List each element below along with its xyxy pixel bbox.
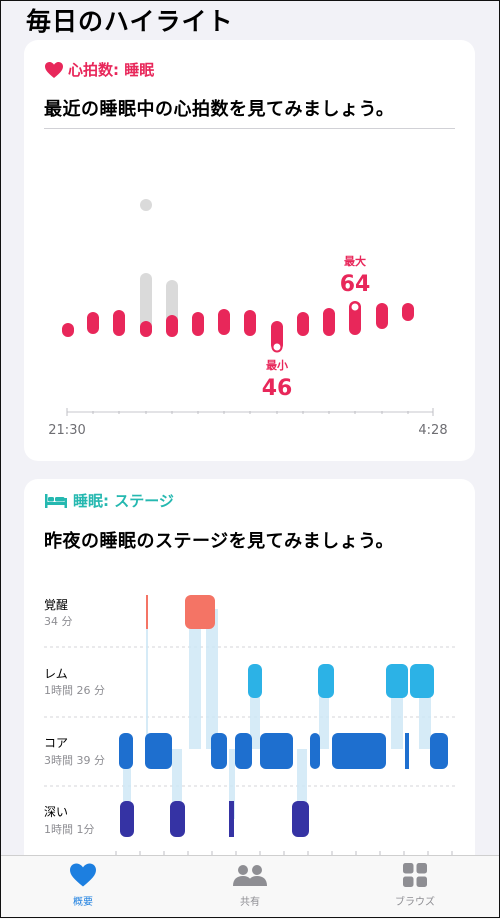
- deep-bars: [120, 801, 309, 837]
- heart-rate-category-label: 心拍数: 睡眠: [68, 61, 155, 79]
- bed-icon: [45, 493, 67, 508]
- heart-rate-card-header: 心拍数: 睡眠: [44, 56, 475, 83]
- hr-range-bar: [323, 308, 335, 336]
- stage-transitions: [123, 595, 431, 819]
- stage-deep-duration: 1時間 1分: [44, 823, 95, 836]
- tab-browse[interactable]: ブラウズ: [370, 862, 460, 908]
- rem-bar: [410, 664, 434, 698]
- core-bar: [260, 733, 293, 769]
- page-title: 毎日のハイライト: [26, 7, 234, 36]
- core-bar: [310, 733, 320, 769]
- rem-bar: [318, 664, 334, 698]
- awake-bar: [185, 595, 215, 629]
- stage-awake-duration: 34 分: [44, 615, 73, 628]
- max-label: 最大: [344, 254, 366, 268]
- core-bar: [332, 733, 386, 769]
- stage-rem-duration: 1時間 26 分: [44, 684, 105, 697]
- rem-bar: [386, 664, 408, 698]
- tab-sharing[interactable]: 共有: [205, 862, 295, 908]
- stage-deep-name: 深い: [44, 805, 68, 819]
- tab-summary[interactable]: 概要: [38, 862, 128, 908]
- hr-range-bar: [140, 321, 152, 337]
- grid-icon: [403, 863, 427, 887]
- tab-browse-label: ブラウズ: [395, 897, 435, 908]
- core-bar: [211, 733, 227, 769]
- heart-icon: [45, 61, 63, 78]
- tab-sharing-label: 共有: [240, 897, 260, 908]
- awake-bars: [146, 595, 215, 629]
- sleep-question: 昨夜の睡眠のステージを見てみましょう。: [44, 531, 395, 552]
- rem-bars: [248, 664, 434, 698]
- hr-range-bar: [402, 303, 414, 321]
- core-bar: [405, 733, 409, 769]
- tab-summary-label: 概要: [73, 897, 93, 908]
- deep-bar: [292, 801, 309, 837]
- hr-range-bar: [62, 323, 74, 337]
- min-marker: [271, 341, 283, 353]
- core-bar: [119, 733, 133, 769]
- x-axis-end-label: 4:28: [418, 423, 447, 438]
- hr-range-bar: [113, 310, 125, 336]
- sleep-card-header: 睡眠: ステージ: [44, 487, 475, 514]
- hr-range-bar: [166, 315, 178, 337]
- deep-bar: [120, 801, 134, 837]
- hr-range-bar: [297, 312, 309, 336]
- x-axis-start-label: 21:30: [48, 423, 85, 438]
- core-bar: [235, 733, 252, 769]
- deep-bar: [170, 801, 185, 837]
- gray-point: [140, 199, 152, 211]
- awake-bar: [146, 595, 148, 629]
- hr-range-bar: [218, 309, 230, 335]
- hr-range-bar: [192, 312, 204, 336]
- deep-bar: [229, 801, 234, 837]
- stage-core-duration: 3時間 39 分: [44, 754, 105, 767]
- stage-core-name: コア: [44, 736, 68, 750]
- sleep-stages-chart: 覚醒 34 分 レム 1時間 26 分 コア 3時間 39 分 深い 1時間 1…: [44, 595, 455, 857]
- hr-range-bar: [87, 312, 99, 334]
- sleep-category-label: 睡眠: ステージ: [73, 492, 174, 510]
- stage-awake-name: 覚醒: [44, 598, 68, 612]
- core-bar: [145, 733, 172, 769]
- tab-bar: 概要 共有 ブラウズ: [0, 855, 500, 919]
- heart-rate-card[interactable]: 心拍数: 睡眠 最近の睡眠中の心拍数を見てみましょう。 最大 64 最小 46 …: [24, 40, 475, 461]
- core-bar: [430, 733, 448, 769]
- max-marker: [349, 301, 361, 313]
- heart-icon: [70, 863, 96, 887]
- hr-range-bar: [244, 310, 256, 336]
- divider: [44, 128, 455, 129]
- min-label: 最小: [266, 358, 288, 372]
- people-icon: [233, 865, 267, 886]
- heart-rate-question: 最近の睡眠中の心拍数を見てみましょう。: [44, 99, 395, 120]
- heart-rate-range-marks: [62, 301, 414, 351]
- sleep-stages-card[interactable]: 睡眠: ステージ 昨夜の睡眠のステージを見てみましょう。 覚醒 34 分 レム …: [24, 479, 475, 899]
- hr-range-bar: [376, 303, 388, 329]
- min-value: 46: [262, 376, 293, 401]
- rem-bar: [248, 664, 262, 698]
- heart-rate-chart: 最大 64 最小 46 21:30 4:28: [48, 199, 448, 438]
- stage-rem-name: レム: [44, 667, 68, 681]
- max-value: 64: [340, 272, 371, 297]
